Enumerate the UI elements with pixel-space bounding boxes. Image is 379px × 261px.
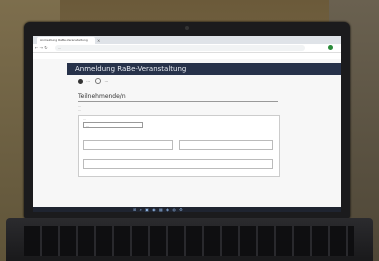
webcam: [185, 26, 189, 30]
section-title: Teilnehmende/n: [78, 93, 126, 100]
email-input[interactable]: [83, 159, 273, 169]
select-label: ...: [83, 117, 86, 121]
step-active-icon: [78, 78, 83, 84]
laptop-lid: Anmeldung RaBe-Veranstaltung × ← → ↻ ...…: [24, 22, 350, 218]
browser-tab-bar: Anmeldung RaBe-Veranstaltung ×: [33, 36, 341, 44]
keyboard: [24, 226, 354, 256]
section-divider: [78, 101, 278, 102]
last-name-input[interactable]: [179, 140, 273, 150]
windows-taskbar: ⊞ ⌕ ▣ ◉ ▦ ◈ ◍ ⚙: [33, 207, 341, 212]
web-page: Anmeldung RaBe-Veranstaltung ... ... Tei…: [33, 59, 341, 207]
step-2-label[interactable]: ...: [104, 78, 108, 83]
laptop-keyboard-deck: [6, 218, 373, 261]
registration-form: ... ...: [78, 115, 280, 177]
extension-icon[interactable]: [328, 45, 333, 50]
address-bar: ← → ↻ ...: [33, 44, 341, 53]
intro-text: ... ...: [78, 104, 288, 112]
taskbar-app-icons[interactable]: ⊞ ⌕ ▣ ◉ ▦ ◈ ◍ ⚙: [133, 207, 184, 212]
page-title: Anmeldung RaBe-Veranstaltung: [75, 65, 187, 73]
url-field[interactable]: ...: [55, 45, 305, 51]
step-1-label[interactable]: ...: [86, 78, 90, 83]
step-indicator: ... ...: [78, 77, 108, 85]
salutation-select[interactable]: ...: [83, 122, 143, 128]
navigation-icons[interactable]: ← → ↻: [35, 44, 48, 52]
first-name-input[interactable]: [83, 140, 173, 150]
intro-line: ...: [78, 108, 81, 112]
laptop-screen: Anmeldung RaBe-Veranstaltung × ← → ↻ ...…: [33, 36, 341, 212]
close-icon[interactable]: ×: [97, 37, 100, 44]
step-inactive-icon: [95, 78, 102, 84]
browser-tab[interactable]: Anmeldung RaBe-Veranstaltung: [37, 37, 95, 44]
page-header: Anmeldung RaBe-Veranstaltung: [67, 63, 341, 75]
